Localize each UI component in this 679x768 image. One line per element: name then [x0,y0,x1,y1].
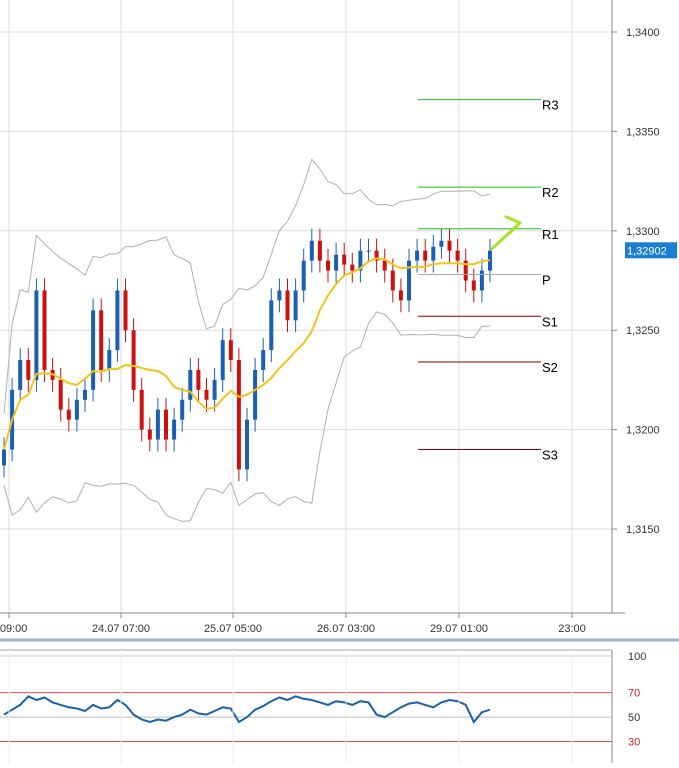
y-tick-label: 1,3400 [626,27,660,39]
candle-body [58,379,63,410]
x-tick-label: 26.07 03:00 [317,623,375,635]
candle-body [228,340,233,361]
candle-body [455,250,460,261]
candle-body [479,270,484,291]
candle-body [342,254,347,265]
x-tick-label: 29.07 01:00 [430,623,488,635]
osc-y-tick-label: 100 [628,651,646,663]
candle-body [180,399,185,420]
candle-body [334,254,339,271]
pivot-label-s1: S1 [542,314,558,329]
candle-body [164,409,168,440]
candle-body [390,270,395,291]
osc-y-tick-label: 50 [628,712,640,724]
candle-body [34,290,39,380]
y-tick-label: 1,3350 [626,126,660,138]
candle-body [131,330,136,390]
current-price-label: 1,32902 [627,245,667,257]
candle-body [123,290,128,331]
candle-body [382,260,387,271]
candle-body [172,419,177,440]
candle-body [26,360,31,380]
candle-body [301,260,306,291]
candle-body [99,310,104,370]
pivot-label-s2: S2 [542,360,558,375]
candle-body [398,290,403,301]
candle-body [155,409,160,440]
candle-body [431,246,436,261]
candle-body [147,429,152,440]
candle-body [253,369,258,420]
candle-body [196,369,201,390]
candle-body [423,250,428,261]
plot-background [0,0,612,613]
candle-body [107,350,112,370]
chart-root: 1,3400 1,3350 1,3300 1,3250 1,3200 1,3150 7 09… [0,0,679,763]
candle-body [439,240,444,247]
candle-body [66,409,71,420]
candle-body [277,290,282,301]
pivot-label-r1: R1 [542,227,559,242]
pivot-label-r2: R2 [542,185,559,200]
candle-body [269,300,274,351]
candle-body [415,250,420,261]
candle-body [236,360,241,470]
candle-body [18,360,23,390]
candle-body [261,350,266,370]
x-tick-label: 7 09:00 [0,623,27,635]
candle-body [83,389,87,400]
y-tick-label: 1,3300 [626,226,660,238]
osc-y-tick-label: 30 [628,737,640,749]
candle-body [471,280,476,291]
osc-y-tick-label: 70 [628,688,640,700]
x-tick-label: 23:00 [558,623,586,635]
candle-body [91,310,96,390]
candle-body [366,250,371,252]
y-tick-label: 1,3150 [626,524,660,536]
candle-body [293,290,298,321]
candle-body [285,290,290,321]
oscillator-line [3,695,491,724]
candle-body [317,240,322,261]
candle-body [212,379,217,400]
candle-body [220,340,225,380]
candle-body [42,290,47,370]
candle-body [309,240,314,261]
candle-body [447,240,452,251]
candle-body [204,389,209,400]
candle-body [245,419,249,470]
pivot-label-p: P [542,273,551,288]
y-tick-label: 1,3250 [626,325,660,337]
pivot-label-s3: S3 [542,447,558,462]
pivot-label-r3: R3 [542,98,559,113]
candle-body [115,290,120,351]
candle-body [326,260,330,271]
candle-body [350,264,355,271]
x-tick-label: 25.07 05:00 [204,623,262,635]
y-tick-label: 1,3200 [626,425,660,437]
chart-canvas: 1,3400 1,3350 1,3300 1,3250 1,3200 1,3150 7 09… [0,0,679,763]
candle-body [2,449,6,466]
candle-body [139,389,144,430]
candle-body [74,399,79,420]
candle-body [188,369,193,400]
x-tick-label: 24.07 07:00 [92,623,150,635]
